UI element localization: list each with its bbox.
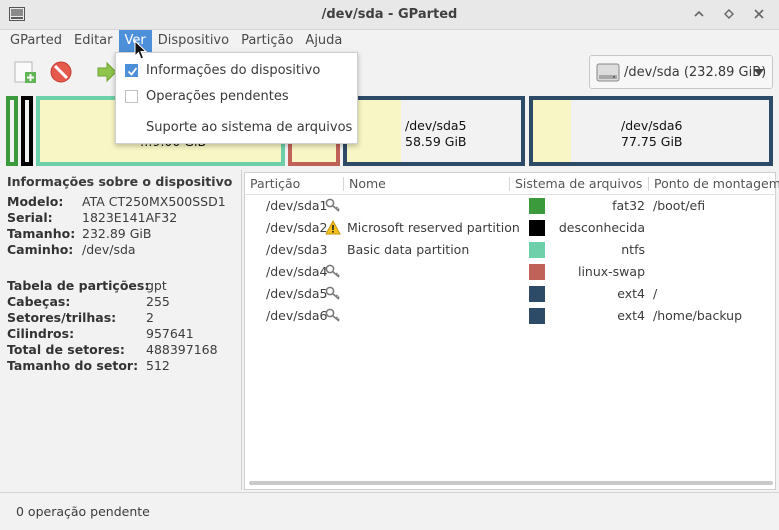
- window-title: /dev/sda - GParted: [321, 7, 458, 22]
- device-selector-value: /dev/sda (232.89 GiB): [624, 64, 767, 80]
- info-row-serial: Serial: 1823E141AF32: [7, 210, 178, 225]
- chevron-down-icon: [754, 69, 764, 76]
- diskmap-sda5-label: /dev/sda5 58.59 GiB: [405, 118, 467, 149]
- cell-filesystem: linux-swap: [577, 264, 645, 279]
- cell-mountpoint: /boot/efi: [653, 198, 706, 213]
- key-icon: [325, 264, 341, 281]
- new-partition-icon[interactable]: [12, 59, 38, 85]
- close-icon[interactable]: [753, 8, 765, 20]
- cell-partition: /dev/sda6: [266, 308, 328, 323]
- minimize-icon[interactable]: [693, 8, 705, 20]
- device-info-title: Informações sobre o dispositivo: [7, 174, 233, 189]
- device-selector[interactable]: /dev/sda (232.89 GiB): [589, 55, 773, 89]
- filesystem-color-swatch: [529, 242, 545, 258]
- cell-partition: /dev/sda4: [266, 264, 328, 279]
- key-icon: [325, 198, 341, 215]
- cell-filesystem: fat32: [612, 198, 645, 213]
- filesystem-color-swatch: [529, 264, 545, 280]
- hard-disk-icon: [596, 63, 620, 82]
- info-row-size: Tamanho: 232.89 GiB: [7, 226, 152, 241]
- cell-filesystem: ext4: [617, 308, 645, 323]
- diskmap-sda2[interactable]: [21, 96, 33, 166]
- cell-partition: /dev/sda2: [266, 220, 328, 235]
- cell-filesystem: desconhecida: [558, 220, 645, 235]
- info-row-cylinders: Cilindros: 957641: [7, 326, 194, 341]
- menu-particao[interactable]: Partição: [235, 30, 299, 52]
- cell-filesystem: ntfs: [621, 242, 645, 257]
- filesystem-color-swatch: [529, 308, 545, 324]
- cell-name: Microsoft reserved partition: [347, 220, 520, 235]
- menu-item-device-info-label: Informações do dispositivo: [146, 62, 321, 78]
- table-row[interactable]: /dev/sda4 linux-swap: [245, 261, 777, 283]
- warning-icon: [325, 219, 341, 238]
- checkbox-unchecked-icon[interactable]: [125, 89, 138, 103]
- horizontal-scrollbar[interactable]: [249, 481, 773, 485]
- mouse-pointer-icon: [134, 40, 148, 60]
- diskmap-sda5[interactable]: /dev/sda5 58.59 GiB: [343, 96, 525, 166]
- ver-menu-dropdown: Informações do dispositivo Operações pen…: [115, 52, 358, 144]
- key-icon: [325, 286, 341, 303]
- cell-filesystem: ext4: [617, 286, 645, 301]
- menu-item-pending-ops-label: Operações pendentes: [146, 88, 289, 104]
- key-icon: [325, 308, 341, 325]
- filesystem-color-swatch: [529, 220, 545, 236]
- cell-mountpoint: /home/backup: [653, 308, 743, 323]
- info-row-sector-size: Tamanho do setor: 512: [7, 358, 170, 373]
- table-row[interactable]: /dev/sda1 fat32/boot/efi: [245, 195, 777, 217]
- info-row-sectors-track: Setores/trilhas: 2: [7, 310, 154, 325]
- info-row-model: Modelo: ATA CT250MX500SSD1: [7, 194, 226, 209]
- column-header-partition[interactable]: Partição: [250, 176, 300, 191]
- menu-dispositivo[interactable]: Dispositivo: [152, 30, 235, 52]
- delete-partition-icon[interactable]: [48, 59, 74, 85]
- menu-bar: GParted Editar Ver Dispositivo Partição …: [0, 30, 779, 52]
- cell-partition: /dev/sda5: [266, 286, 328, 301]
- table-row[interactable]: /dev/sda2 Microsoft reserved partition des…: [245, 217, 777, 239]
- filesystem-color-swatch: [529, 198, 545, 214]
- column-header-filesystem[interactable]: Sistema de arquivos: [515, 176, 642, 191]
- status-text: 0 operação pendente: [16, 504, 150, 519]
- diskmap-sda1[interactable]: [6, 96, 18, 166]
- cell-mountpoint: /: [653, 286, 658, 301]
- device-info-panel: Informações sobre o dispositivo Modelo: …: [2, 170, 242, 490]
- status-bar: 0 operação pendente: [0, 492, 779, 530]
- menu-ajuda[interactable]: Ajuda: [299, 30, 348, 52]
- column-header-mountpoint[interactable]: Ponto de montagem: [654, 176, 779, 191]
- menu-item-fs-support-label: Suporte ao sistema de arquivos: [146, 119, 353, 135]
- menu-item-fs-support[interactable]: Suporte ao sistema de arquivos: [116, 115, 357, 139]
- info-row-path: Caminho: /dev/sda: [7, 242, 136, 257]
- partition-table: Partição Nome Sistema de arquivos Ponto …: [244, 172, 779, 490]
- filesystem-color-swatch: [529, 286, 545, 302]
- title-bar: /dev/sda - GParted: [0, 0, 779, 30]
- cell-partition: /dev/sda1: [266, 198, 328, 213]
- column-header-name[interactable]: Nome: [349, 176, 386, 191]
- menu-item-pending-ops[interactable]: Operações pendentes: [116, 84, 357, 108]
- info-row-heads: Cabeças: 255: [7, 294, 170, 309]
- cell-name: Basic data partition: [347, 242, 470, 257]
- menu-editar[interactable]: Editar: [68, 30, 119, 52]
- cell-partition: /dev/sda3: [266, 242, 328, 257]
- checkbox-checked-icon[interactable]: [125, 63, 138, 77]
- gparted-app-icon: [9, 7, 25, 21]
- maximize-icon[interactable]: [723, 8, 735, 20]
- table-row[interactable]: /dev/sda5 ext4 /: [245, 283, 777, 305]
- menu-gparted[interactable]: GParted: [4, 30, 68, 52]
- table-header: Partição Nome Sistema de arquivos Ponto …: [245, 173, 779, 195]
- table-row[interactable]: /dev/sda6 ext4/home/backup: [245, 305, 777, 327]
- table-row[interactable]: /dev/sda3 Basic data partition ntfs: [245, 239, 777, 261]
- menu-item-device-info[interactable]: Informações do dispositivo: [116, 58, 357, 82]
- info-row-total-sectors: Total de setores: 488397168: [7, 342, 218, 357]
- diskmap-sda6-label: /dev/sda6 77.75 GiB: [621, 118, 683, 149]
- info-row-partition-table: Tabela de partições: gpt: [7, 278, 167, 293]
- diskmap-sda6[interactable]: /dev/sda6 77.75 GiB: [529, 96, 773, 166]
